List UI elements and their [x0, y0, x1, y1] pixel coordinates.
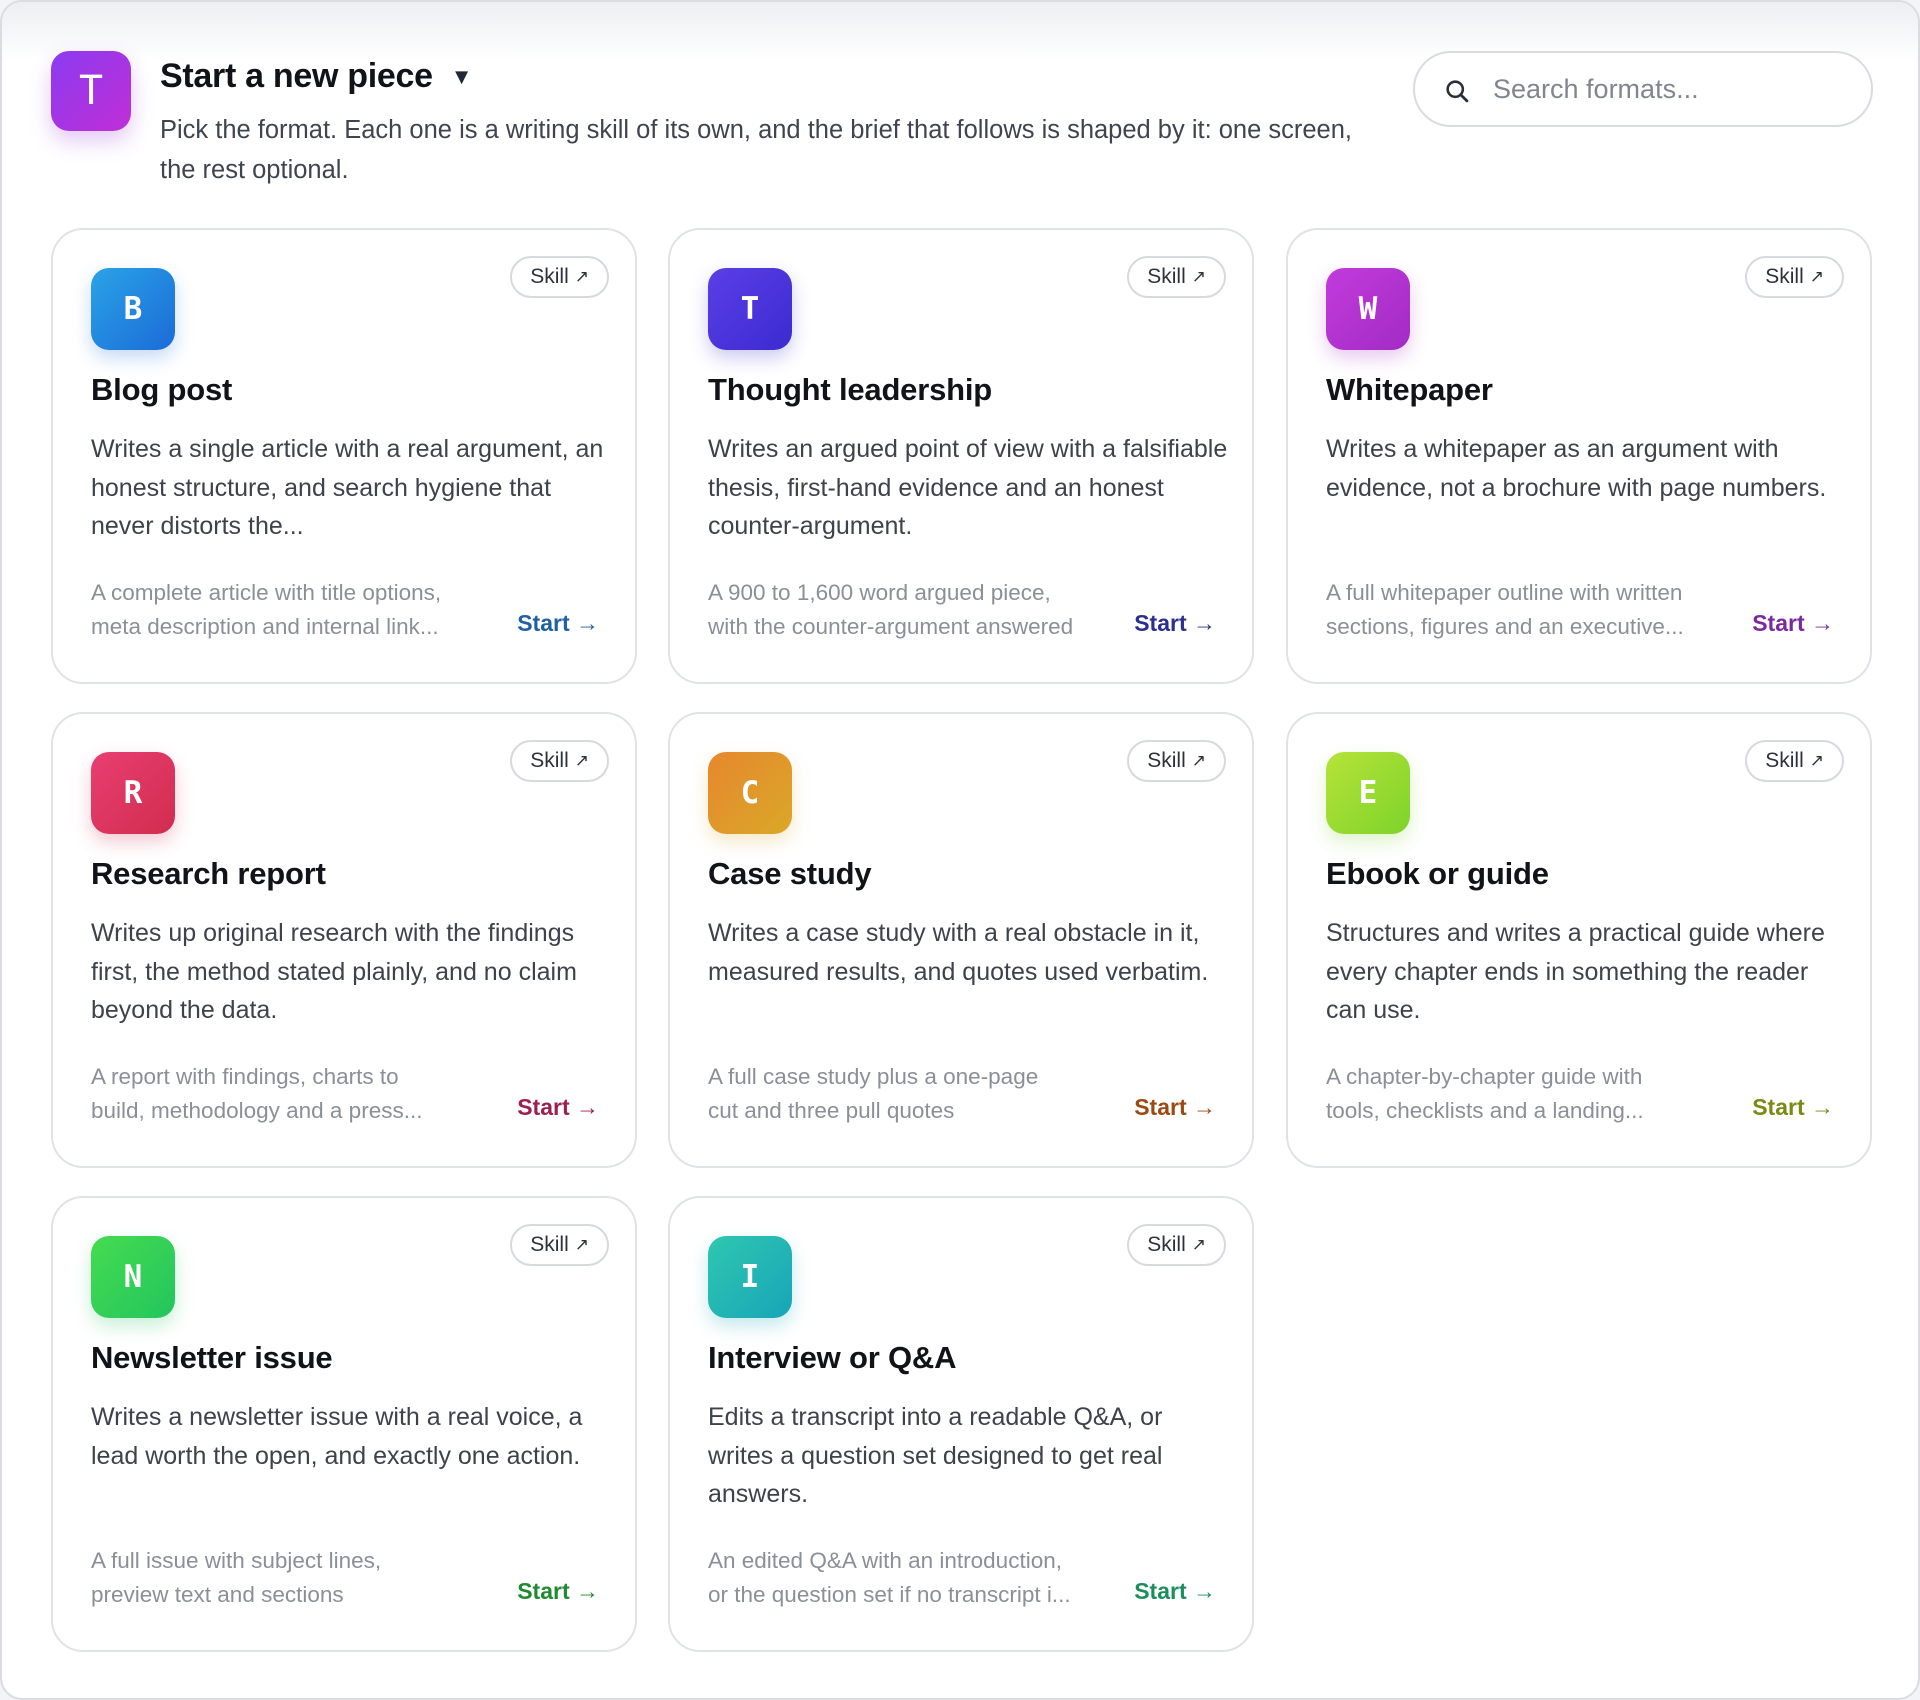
output-line: A full whitepaper outline with written — [1326, 580, 1683, 605]
format-icon: W — [1326, 268, 1410, 350]
format-output: A report with findings, charts to build, … — [91, 1060, 491, 1128]
output-line: A chapter-by-chapter guide with — [1326, 1064, 1643, 1089]
external-link-icon: ↗ — [1191, 751, 1206, 770]
format-description: Writes a newsletter issue with a real vo… — [91, 1403, 583, 1470]
start-link[interactable]: Start → — [1752, 610, 1834, 637]
format-icon: N — [91, 1236, 175, 1318]
output-line: meta description and internal link... — [91, 614, 439, 639]
skill-badge[interactable]: Skill ↗ — [1745, 256, 1844, 298]
format-title: Whitepaper — [1326, 372, 1493, 407]
skill-badge[interactable]: Skill ↗ — [510, 740, 609, 782]
format-card[interactable]: C Skill ↗ Case study Writes a case study wit… — [668, 712, 1254, 1168]
skill-label: Skill — [1765, 265, 1804, 288]
caret-down-icon: ▼ — [450, 64, 473, 89]
start-link[interactable]: Start → — [1134, 1578, 1216, 1605]
output-line: A report with findings, charts to — [91, 1064, 399, 1089]
output-line: An edited Q&A with an introduction, — [708, 1548, 1062, 1573]
app-logo: T — [51, 51, 131, 131]
external-link-icon: ↗ — [574, 751, 589, 770]
skill-label: Skill — [530, 265, 569, 288]
output-line: or the question set if no transcript i..… — [708, 1582, 1071, 1607]
format-card[interactable]: N Skill ↗ Newsletter issue Writes a newslett… — [51, 1196, 637, 1652]
format-output: A complete article with title options, me… — [91, 576, 491, 644]
format-description: Writes a single article with a real argu… — [91, 435, 604, 540]
format-card[interactable]: R Skill ↗ Research report Writes up original… — [51, 712, 637, 1168]
skill-badge[interactable]: Skill ↗ — [1127, 1224, 1226, 1266]
external-link-icon: ↗ — [1809, 751, 1824, 770]
page-subtitle: Pick the format. Each one is a writing s… — [160, 116, 1353, 184]
external-link-icon: ↗ — [1809, 267, 1824, 286]
start-link[interactable]: Start → — [517, 610, 599, 637]
search-input[interactable] — [1493, 63, 1853, 115]
start-link[interactable]: Start → — [1134, 610, 1216, 637]
format-title: Ebook or guide — [1326, 856, 1549, 891]
format-description: Edits a transcript into a readable Q&A, … — [708, 1403, 1163, 1508]
skill-label: Skill — [1765, 749, 1804, 772]
format-card[interactable]: W Skill ↗ Whitepaper Writes a whitepaper as … — [1286, 228, 1872, 684]
format-card[interactable]: E Skill ↗ Ebook or guide Structures and writ… — [1286, 712, 1872, 1168]
format-card[interactable]: T Skill ↗ Thought leadership Writes an argue… — [668, 228, 1254, 684]
page-title: Start a new piece — [160, 56, 433, 95]
search-box[interactable] — [1413, 51, 1873, 127]
skill-badge[interactable]: Skill ↗ — [1127, 256, 1226, 298]
start-link[interactable]: Start → — [1134, 1094, 1216, 1121]
format-title: Newsletter issue — [91, 1340, 333, 1375]
format-description: Structures and writes a practical guide … — [1326, 919, 1825, 1024]
format-output: An edited Q&A with an introduction, or th… — [708, 1544, 1108, 1612]
format-output: A 900 to 1,600 word argued piece, with th… — [708, 576, 1108, 644]
output-line: preview text and sections — [91, 1582, 344, 1607]
skill-label: Skill — [530, 1233, 569, 1256]
format-title: Interview or Q&A — [708, 1340, 957, 1375]
format-output: A full whitepaper outline with written se… — [1326, 576, 1726, 644]
external-link-icon: ↗ — [574, 267, 589, 286]
format-output: A chapter-by-chapter guide with tools, ch… — [1326, 1060, 1726, 1128]
format-picker-window: T Start a new piece ▼ Pick the format. E… — [0, 0, 1920, 1700]
title-dropdown[interactable]: Start a new piece ▼ — [160, 52, 472, 100]
output-line: A complete article with title options, — [91, 580, 442, 605]
format-icon: T — [708, 268, 792, 350]
skill-badge[interactable]: Skill ↗ — [510, 256, 609, 298]
format-title: Blog post — [91, 372, 233, 407]
format-output: A full issue with subject lines, preview … — [91, 1544, 491, 1612]
format-description: Writes a whitepaper as an argument with … — [1326, 435, 1827, 502]
start-link[interactable]: Start → — [517, 1094, 599, 1121]
skill-label: Skill — [530, 749, 569, 772]
skill-badge[interactable]: Skill ↗ — [510, 1224, 609, 1266]
format-description: Writes an argued point of view with a fa… — [708, 435, 1228, 540]
output-line: cut and three pull quotes — [708, 1098, 955, 1123]
format-title: Thought leadership — [708, 372, 993, 407]
start-link[interactable]: Start → — [1752, 1094, 1834, 1121]
format-card[interactable]: I Skill ↗ Interview or Q&A Edits a transcrip… — [668, 1196, 1254, 1652]
external-link-icon: ↗ — [1191, 267, 1206, 286]
external-link-icon: ↗ — [574, 1235, 589, 1254]
output-line: with the counter-argument answered — [708, 614, 1074, 639]
skill-label: Skill — [1147, 1233, 1186, 1256]
output-line: tools, checklists and a landing... — [1326, 1098, 1644, 1123]
start-link[interactable]: Start → — [517, 1578, 599, 1605]
output-line: A 900 to 1,600 word argued piece, — [708, 580, 1051, 605]
skill-badge[interactable]: Skill ↗ — [1745, 740, 1844, 782]
format-description: Writes up original research with the fin… — [91, 919, 577, 1024]
skill-label: Skill — [1147, 265, 1186, 288]
skill-label: Skill — [1147, 749, 1186, 772]
format-icon: E — [1326, 752, 1410, 834]
output-line: A full case study plus a one-page — [708, 1064, 1039, 1089]
format-icon: I — [708, 1236, 792, 1318]
format-title: Case study — [708, 856, 872, 891]
output-line: sections, figures and an executive... — [1326, 614, 1684, 639]
format-card[interactable]: B Skill ↗ Blog post Writes a single article … — [51, 228, 637, 684]
search-icon — [1446, 80, 1469, 103]
format-description: Writes a case study with a real obstacle… — [708, 919, 1209, 986]
skill-badge[interactable]: Skill ↗ — [1127, 740, 1226, 782]
output-line: A full issue with subject lines, — [91, 1548, 382, 1573]
format-icon: C — [708, 752, 792, 834]
format-title: Research report — [91, 856, 326, 891]
format-output: A full case study plus a one-page cut and… — [708, 1060, 1108, 1128]
format-icon: B — [91, 268, 175, 350]
output-line: build, methodology and a press... — [91, 1098, 423, 1123]
format-icon: R — [91, 752, 175, 834]
external-link-icon: ↗ — [1191, 1235, 1206, 1254]
